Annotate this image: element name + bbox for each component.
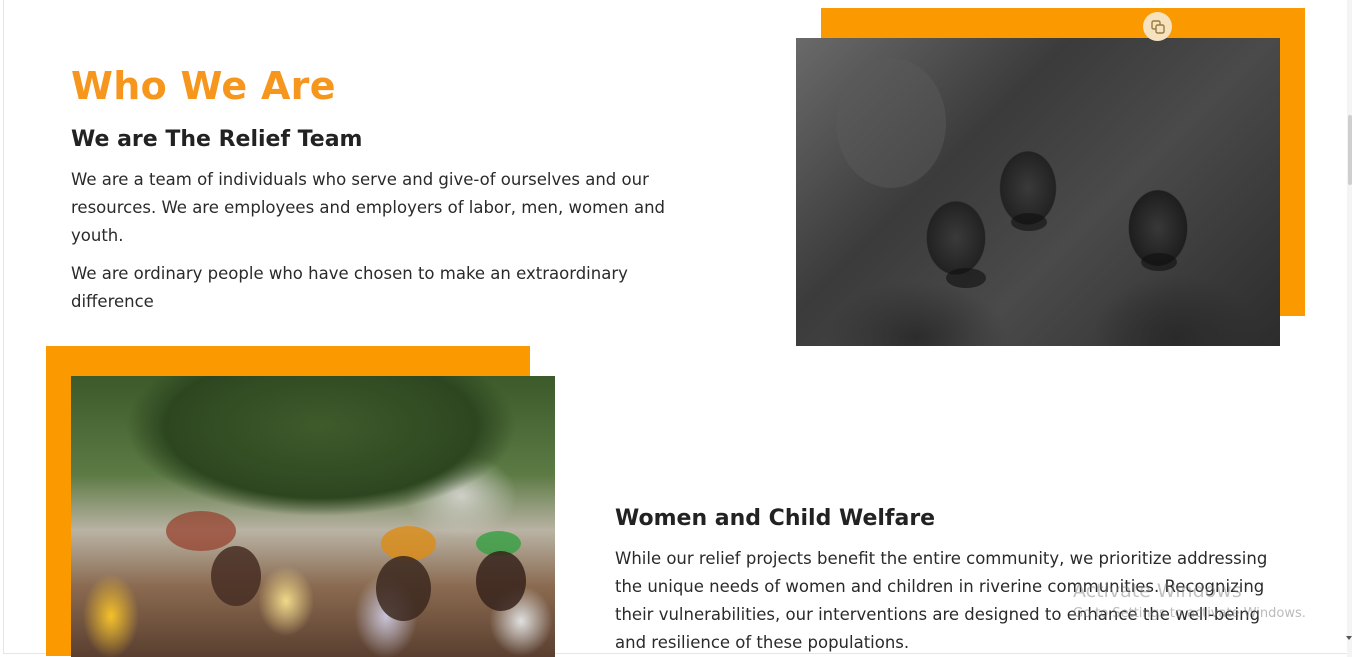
about-paragraph-1: We are a team of individuals who serve a… xyxy=(71,170,666,245)
about-paragraph-2: We are ordinary people who have chosen t… xyxy=(71,264,628,311)
activation-watermark-subtitle: Go to Settings to activate Windows. xyxy=(1073,606,1306,621)
copy-icon[interactable] xyxy=(1143,12,1172,41)
section-subtitle: We are The Relief Team xyxy=(71,127,363,152)
page-title: Who We Are xyxy=(71,64,336,108)
scroll-down-arrow-icon[interactable] xyxy=(1346,635,1352,641)
women-children-photo xyxy=(71,376,555,657)
children-photo xyxy=(796,38,1280,346)
scrollbar-track[interactable] xyxy=(1347,0,1352,657)
activation-watermark-title: Activate Windows xyxy=(1073,580,1242,602)
welfare-heading: Women and Child Welfare xyxy=(615,506,936,531)
scrollbar-thumb[interactable] xyxy=(1348,115,1352,185)
